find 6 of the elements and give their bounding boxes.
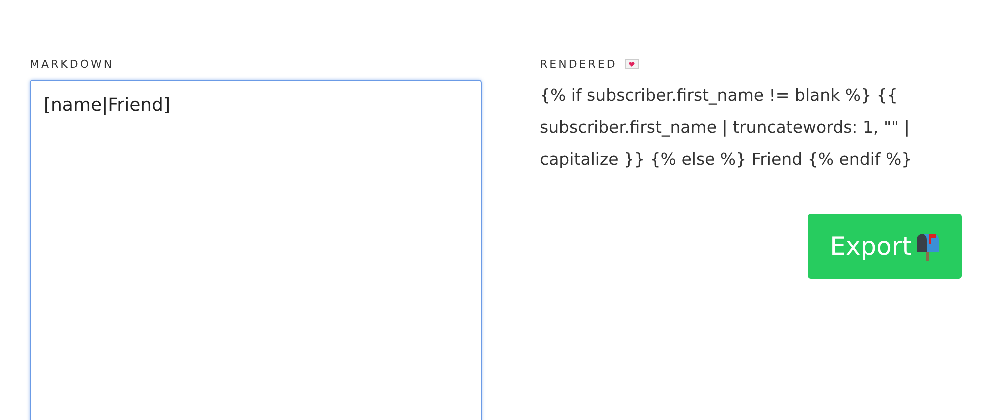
mailbox-icon xyxy=(914,232,940,262)
markdown-field[interactable]: [name|Friend] xyxy=(30,80,482,420)
love-letter-icon xyxy=(625,58,640,70)
rendered-output: {% if subscriber.first_name != blank %} {{ subscriber.first_name | truncatewords: 1, "" | capitalize }} {% else %} Friend {% endif %} xyxy=(540,85,914,171)
markdown-label: MARKDOWN xyxy=(30,58,114,70)
rendered-label: RENDERED xyxy=(540,58,618,70)
